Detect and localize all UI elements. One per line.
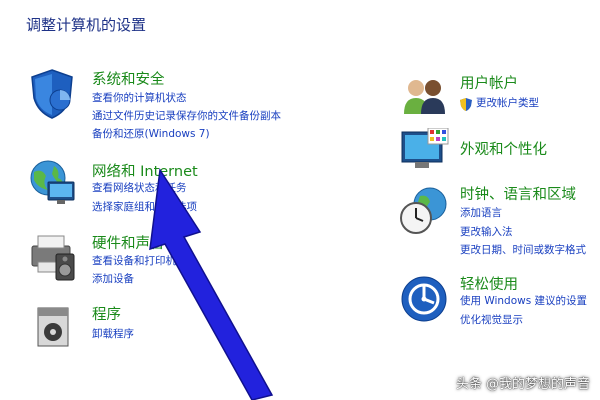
devices-printers-link[interactable]: 查看设备和打印机 xyxy=(92,254,176,269)
backup-restore-link[interactable]: 备份和还原(Windows 7) xyxy=(92,127,210,142)
page-title: 调整计算机的设置 xyxy=(26,16,147,34)
optimize-visual-display-link[interactable]: 优化视觉显示 xyxy=(460,313,523,328)
view-computer-status-link[interactable]: 查看你的计算机状态 xyxy=(92,91,187,106)
programs-icon[interactable] xyxy=(34,304,74,350)
clock-globe-icon[interactable] xyxy=(398,186,450,236)
add-device-link[interactable]: 添加设备 xyxy=(92,272,134,287)
change-input-method-link[interactable]: 更改输入法 xyxy=(460,225,513,240)
appearance-monitor-icon[interactable] xyxy=(400,127,450,174)
network-internet-title[interactable]: 网络和 Internet xyxy=(92,160,198,181)
use-windows-recommended-settings-link[interactable]: 使用 Windows 建议的设置 xyxy=(460,294,587,309)
hardware-sound-title[interactable]: 硬件和声音 xyxy=(92,232,165,253)
appearance-personalization-title[interactable]: 外观和个性化 xyxy=(460,138,547,159)
file-history-link[interactable]: 通过文件历史记录保存你的文件备份副本 xyxy=(92,109,281,124)
change-date-time-format-link[interactable]: 更改日期、时间或数字格式 xyxy=(460,243,586,258)
add-language-link[interactable]: 添加语言 xyxy=(460,206,502,221)
view-network-status-link[interactable]: 查看网络状态和任务 xyxy=(92,181,187,196)
uninstall-program-link[interactable]: 卸载程序 xyxy=(92,327,134,342)
ease-of-access-icon[interactable] xyxy=(400,275,448,323)
homegroup-sharing-link[interactable]: 选择家庭组和共享选项 xyxy=(92,200,197,215)
network-globe-icon[interactable] xyxy=(28,158,78,208)
clock-language-region-title[interactable]: 时钟、语言和区域 xyxy=(460,183,576,204)
uac-shield-icon xyxy=(460,96,472,111)
user-accounts-title[interactable]: 用户帐户 xyxy=(460,72,518,93)
system-security-title[interactable]: 系统和安全 xyxy=(92,68,165,89)
programs-title[interactable]: 程序 xyxy=(92,303,121,324)
ease-of-access-title[interactable]: 轻松使用 xyxy=(460,273,518,294)
change-account-type-link[interactable]: 更改帐户类型 xyxy=(476,96,539,111)
user-accounts-icon[interactable] xyxy=(400,76,448,116)
shield-icon[interactable] xyxy=(28,68,76,120)
printer-speaker-icon[interactable] xyxy=(28,230,78,282)
watermark: 头条 @我的梦想的声音 xyxy=(455,377,590,392)
